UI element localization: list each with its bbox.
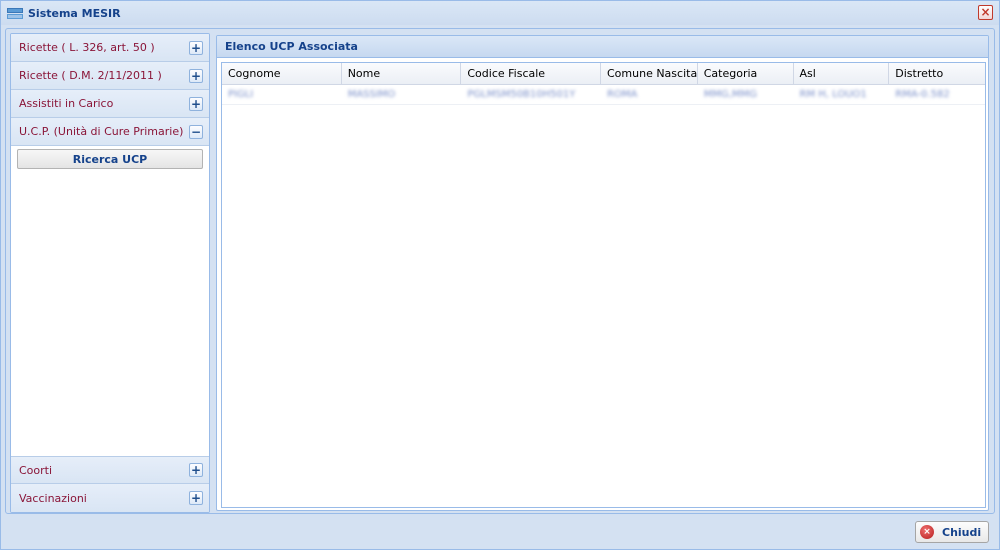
title-bar: Sistema MESIR ×: [1, 1, 999, 25]
accordion-bottom-items: Coorti + Vaccinazioni +: [11, 456, 209, 512]
expand-plus-icon[interactable]: +: [189, 463, 203, 477]
expand-plus-icon[interactable]: +: [189, 491, 203, 505]
column-header-codice-fiscale[interactable]: Codice Fiscale: [461, 63, 601, 84]
column-header-comune-nascita[interactable]: Comune Nascita: [601, 63, 698, 84]
expand-plus-icon[interactable]: +: [189, 40, 203, 55]
panel-title: Elenco UCP Associata: [217, 36, 988, 58]
table-cell: RM H, LOUO1: [799, 89, 867, 100]
accordion-label: Vaccinazioni: [19, 491, 87, 505]
ucp-panel: Elenco UCP Associata Cognome Nome Codice…: [216, 35, 989, 511]
accordion-item-ucp[interactable]: U.C.P. (Unità di Cure Primarie) −: [11, 118, 209, 146]
accordion-item-ricette-dm[interactable]: Ricette ( D.M. 2/11/2011 ) +: [11, 62, 209, 90]
accordion-item-assistiti[interactable]: Assistiti in Carico +: [11, 90, 209, 118]
column-header-categoria[interactable]: Categoria: [698, 63, 794, 84]
close-circle-icon: ×: [920, 525, 934, 539]
table-cell: MMG,MMG: [703, 89, 757, 100]
ricerca-ucp-button[interactable]: Ricerca UCP: [17, 149, 203, 169]
table-cell: RMA-0.582: [895, 89, 950, 100]
grid-header: Cognome Nome Codice Fiscale Comune Nasci…: [222, 63, 985, 85]
accordion-item-vaccinazioni[interactable]: Vaccinazioni +: [11, 484, 209, 512]
table-cell: MASSIMO: [347, 89, 396, 100]
chiudi-button[interactable]: × Chiudi: [915, 521, 989, 543]
accordion-label: U.C.P. (Unità di Cure Primarie): [19, 125, 184, 138]
ucp-grid: Cognome Nome Codice Fiscale Comune Nasci…: [221, 62, 986, 508]
accordion-label: Ricette ( L. 326, art. 50 ): [19, 41, 155, 54]
window-icon: [7, 7, 23, 19]
collapse-minus-icon[interactable]: −: [189, 124, 203, 139]
window-title: Sistema MESIR: [28, 6, 121, 20]
close-icon[interactable]: ×: [978, 5, 993, 20]
accordion-label: Coorti: [19, 463, 53, 477]
window-body: Ricette ( L. 326, art. 50 ) + Ricette ( …: [5, 28, 995, 514]
column-header-cognome[interactable]: Cognome: [222, 63, 342, 84]
left-accordion: Ricette ( L. 326, art. 50 ) + Ricette ( …: [10, 33, 210, 513]
column-header-asl[interactable]: Asl: [794, 63, 890, 84]
accordion-label: Ricette ( D.M. 2/11/2011 ): [19, 69, 162, 82]
table-row[interactable]: PIGLI MASSIMO PGLMSM50B10H501Y ROMA MMG,…: [222, 85, 985, 105]
expand-plus-icon[interactable]: +: [189, 68, 203, 83]
column-header-nome[interactable]: Nome: [342, 63, 462, 84]
footer-bar: × Chiudi: [1, 517, 999, 549]
table-cell: ROMA: [607, 89, 638, 100]
table-cell: PGLMSM50B10H501Y: [467, 89, 576, 100]
column-header-distretto[interactable]: Distretto: [889, 63, 985, 84]
accordion-item-coorti[interactable]: Coorti +: [11, 456, 209, 484]
ucp-section-body: Ricerca UCP: [11, 146, 209, 448]
accordion-label: Assistiti in Carico: [19, 97, 114, 110]
expand-plus-icon[interactable]: +: [189, 96, 203, 111]
app-window: Sistema MESIR × Ricette ( L. 326, art. 5…: [0, 0, 1000, 550]
table-cell: PIGLI: [228, 89, 254, 100]
chiudi-label: Chiudi: [942, 525, 982, 539]
accordion-item-ricette-l326[interactable]: Ricette ( L. 326, art. 50 ) +: [11, 34, 209, 62]
